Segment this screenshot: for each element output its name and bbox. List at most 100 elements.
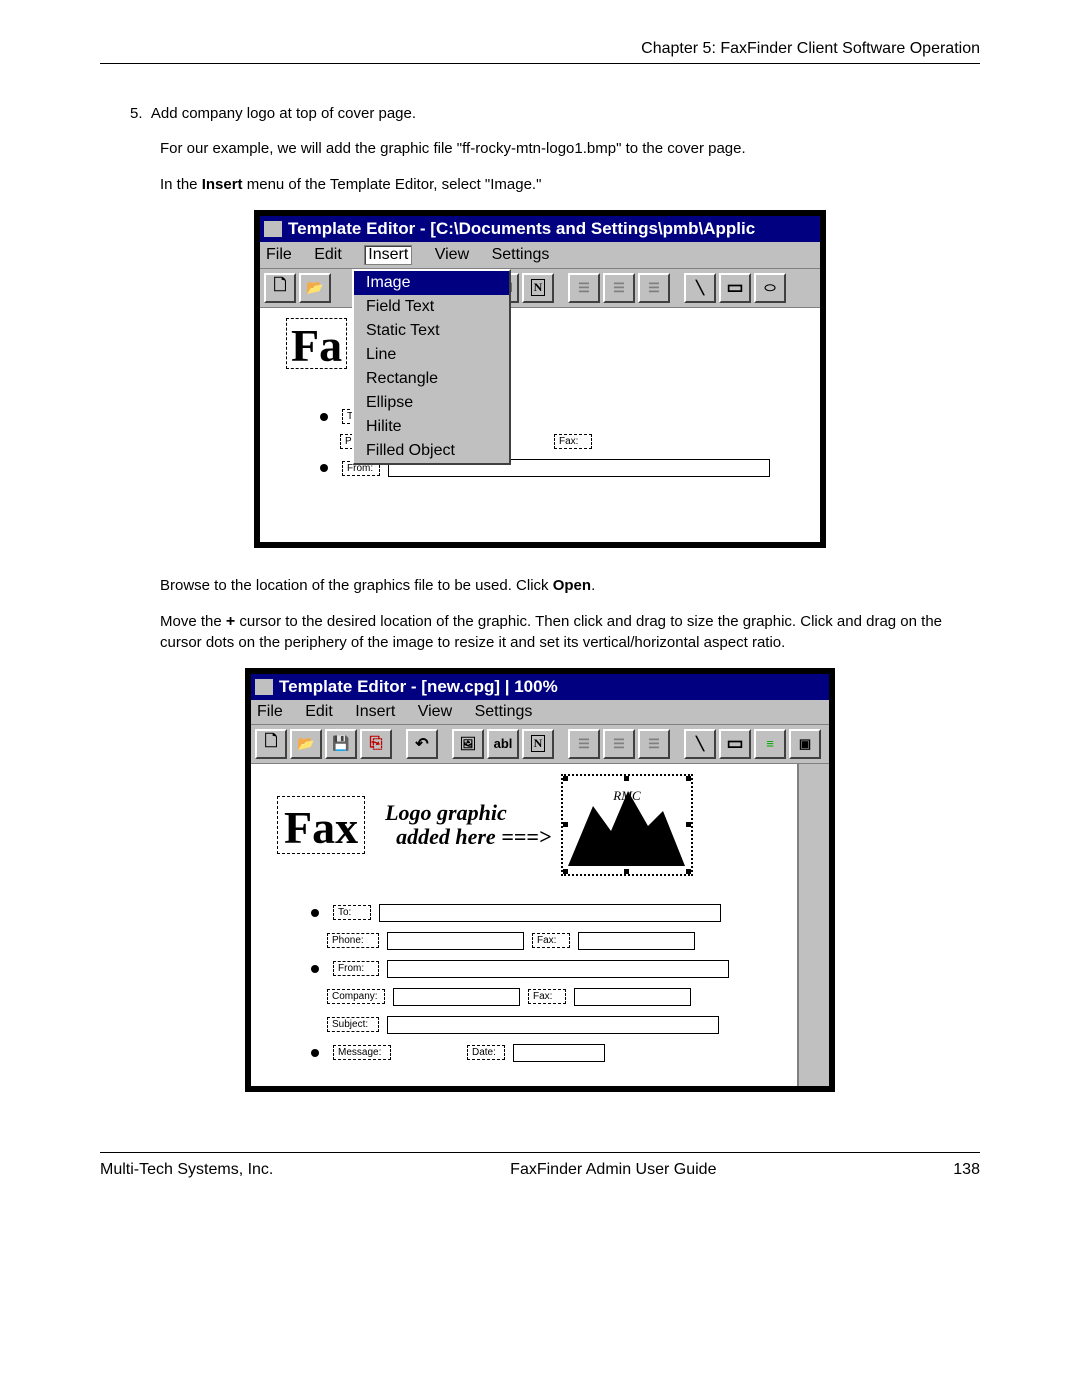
field-label-fax[interactable]: Fax:	[532, 933, 570, 948]
dropdown-item-hilite[interactable]: Hilite	[354, 415, 509, 439]
statictext-button[interactable]: N	[522, 273, 554, 303]
form-row: Company: Fax:	[327, 988, 779, 1006]
exit-button[interactable]	[360, 729, 392, 759]
txt: .	[591, 577, 595, 594]
field-label-fax2[interactable]: Fax:	[528, 989, 566, 1004]
txt: cursor to the desired location of the gr…	[160, 613, 942, 651]
dropdown-item-statictext[interactable]: Static Text	[354, 319, 509, 343]
step-para1: For our example, we will add the graphic…	[160, 139, 980, 159]
txt: menu of the Template Editor, select "Ima…	[243, 176, 542, 193]
field-label-message[interactable]: Message:	[333, 1045, 391, 1060]
field-label-date[interactable]: Date:	[467, 1045, 505, 1060]
step-title: Add company logo at top of cover page.	[151, 105, 416, 122]
new-button[interactable]	[264, 273, 296, 303]
app-icon	[264, 221, 282, 237]
menu-edit[interactable]: Edit	[305, 703, 333, 721]
rect-button[interactable]	[719, 729, 751, 759]
bullet-icon	[311, 965, 319, 973]
field-input[interactable]	[513, 1044, 605, 1062]
field-label-from[interactable]: From:	[333, 961, 379, 976]
form-row: Phone: Fax:	[327, 932, 779, 950]
open-button[interactable]	[299, 273, 331, 303]
txt: In the	[160, 176, 202, 193]
undo-button[interactable]	[406, 729, 438, 759]
menu-file[interactable]: File	[257, 703, 283, 721]
field-label-company[interactable]: Company:	[327, 989, 385, 1004]
fieldtext-button[interactable]: abl	[487, 729, 519, 759]
footer-left: Multi-Tech Systems, Inc.	[100, 1161, 273, 1179]
dropdown-item-rectangle[interactable]: Rectangle	[354, 367, 509, 391]
dropdown-item-fieldtext[interactable]: Field Text	[354, 295, 509, 319]
line-button[interactable]	[684, 729, 716, 759]
editor-canvas[interactable]: Fax Logo graphic added here ===> RMC	[251, 764, 797, 1086]
fax-heading-box[interactable]: Fa	[286, 318, 347, 369]
insert-dropdown[interactable]: Image Field Text Static Text Line Rectan…	[352, 269, 511, 465]
rect-button[interactable]	[719, 273, 751, 303]
line-button[interactable]	[684, 273, 716, 303]
align-center-button[interactable]	[603, 273, 635, 303]
field-input[interactable]	[574, 988, 691, 1006]
field-label-subject[interactable]: Subject:	[327, 1017, 379, 1032]
form-row: To:	[311, 904, 779, 922]
app-icon	[255, 679, 273, 695]
field-input[interactable]	[393, 988, 520, 1006]
editor-canvas[interactable]: Fa T P Fax: From:	[260, 308, 820, 542]
txt: added here ===>	[396, 824, 551, 849]
hilite-button[interactable]: ≡	[754, 729, 786, 759]
field-label-to[interactable]: To:	[333, 905, 371, 920]
step-line: 5. Add company logo at top of cover page…	[130, 104, 980, 124]
form-row: Message: Date:	[311, 1044, 779, 1062]
logo-annotation: Logo graphic added here ===>	[385, 801, 551, 849]
menu-view[interactable]: View	[418, 703, 452, 721]
open-button[interactable]	[290, 729, 322, 759]
align-right-button[interactable]	[638, 273, 670, 303]
field-input[interactable]	[387, 1016, 719, 1034]
page-footer: Multi-Tech Systems, Inc. FaxFinder Admin…	[100, 1152, 980, 1179]
bullet-icon	[320, 413, 328, 421]
menu-settings[interactable]: Settings	[475, 703, 533, 721]
field-label-fax[interactable]: Fax:	[554, 434, 592, 449]
window-title: Template Editor - [C:\Documents and Sett…	[288, 219, 755, 239]
window-title: Template Editor - [new.cpg] | 100%	[279, 677, 558, 697]
save-button[interactable]	[325, 729, 357, 759]
menu-settings[interactable]: Settings	[492, 246, 550, 264]
plus-cursor-icon: +	[226, 613, 235, 630]
field-input[interactable]	[578, 932, 695, 950]
menu-edit[interactable]: Edit	[314, 246, 342, 264]
align-left-button[interactable]	[568, 729, 600, 759]
menu-bar[interactable]: File Edit Insert View Settings	[260, 242, 820, 269]
new-button[interactable]	[255, 729, 287, 759]
screenshot-1: Template Editor - [C:\Documents and Sett…	[254, 210, 826, 548]
menu-insert[interactable]: Insert	[355, 703, 395, 721]
filled-button[interactable]: ▣	[789, 729, 821, 759]
dropdown-item-line[interactable]: Line	[354, 343, 509, 367]
scrollbar-area[interactable]	[797, 764, 829, 1086]
bold-insert: Insert	[202, 176, 243, 193]
form-row: Subject:	[327, 1016, 779, 1034]
field-input[interactable]	[379, 904, 721, 922]
dropdown-item-filled[interactable]: Filled Object	[354, 439, 509, 463]
screenshot-2: Template Editor - [new.cpg] | 100% File …	[245, 668, 835, 1092]
dropdown-item-image[interactable]: Image	[354, 271, 509, 295]
field-label-phone[interactable]: Phone:	[327, 933, 379, 948]
menu-view[interactable]: View	[435, 246, 469, 264]
statictext-button[interactable]: N	[522, 729, 554, 759]
step-para2: In the Insert menu of the Template Edito…	[160, 175, 980, 195]
menu-file[interactable]: File	[266, 246, 292, 264]
svg-text:RMC: RMC	[613, 788, 642, 803]
align-right-button[interactable]	[638, 729, 670, 759]
field-input[interactable]	[387, 960, 729, 978]
menu-bar[interactable]: File Edit Insert View Settings	[251, 700, 829, 725]
ellipse-button[interactable]: ⬭	[754, 273, 786, 303]
menu-insert[interactable]: Insert	[364, 245, 412, 265]
fax-heading-box[interactable]: Fax	[277, 796, 365, 853]
image-button[interactable]	[452, 729, 484, 759]
align-center-button[interactable]	[603, 729, 635, 759]
dropdown-item-ellipse[interactable]: Ellipse	[354, 391, 509, 415]
align-left-button[interactable]	[568, 273, 600, 303]
form-row: From:	[311, 960, 779, 978]
inserted-logo-image[interactable]: RMC	[561, 774, 693, 876]
footer-page: 138	[953, 1161, 980, 1179]
bullet-icon	[311, 909, 319, 917]
field-input[interactable]	[387, 932, 524, 950]
